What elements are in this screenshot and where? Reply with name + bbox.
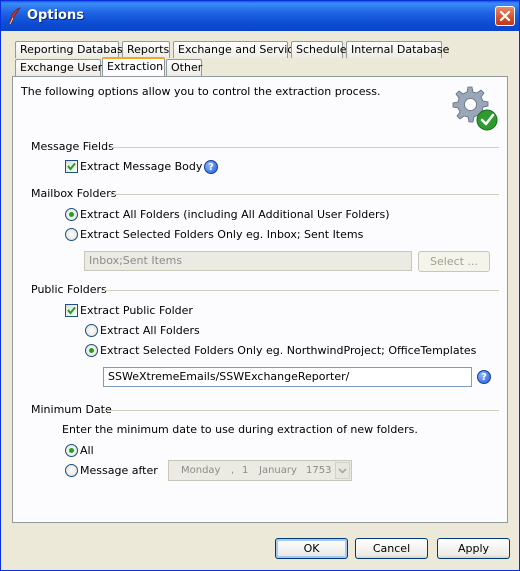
- tab-exchange-users[interactable]: Exchange Users: [15, 59, 108, 76]
- select-folders-button[interactable]: Select ...: [418, 251, 490, 272]
- tab-internal-database[interactable]: Internal Database: [346, 41, 449, 58]
- checkmark-icon: [67, 162, 76, 171]
- minimum-date-divider: [103, 410, 499, 411]
- tab-reports[interactable]: Reports: [122, 41, 170, 58]
- message-fields-heading: Message Fields: [31, 140, 114, 153]
- minimum-date-heading: Minimum Date: [31, 403, 112, 416]
- extraction-panel: The following options allow you to contr…: [12, 76, 508, 523]
- mailbox-all-folders-radio[interactable]: [65, 208, 78, 221]
- date-all-label[interactable]: All: [80, 444, 94, 457]
- close-button[interactable]: [495, 6, 515, 26]
- checkmark-icon: [67, 306, 76, 315]
- options-window: Options Reporting Database Reports Excha…: [0, 0, 520, 571]
- message-fields-divider: [109, 147, 499, 148]
- title-bar[interactable]: Options: [1, 1, 519, 31]
- cancel-button[interactable]: Cancel: [355, 538, 428, 559]
- window-title: Options: [27, 8, 84, 23]
- extract-message-body-checkbox[interactable]: [65, 160, 78, 173]
- date-dropdown-button[interactable]: [335, 462, 350, 479]
- close-icon: [499, 10, 511, 22]
- help-icon[interactable]: ?: [477, 370, 491, 384]
- tab-schedule[interactable]: Schedule: [291, 41, 347, 58]
- date-after-label[interactable]: Message after: [80, 464, 158, 477]
- mailbox-folders-divider: [110, 194, 499, 195]
- public-folders-heading: Public Folders: [31, 283, 107, 296]
- apply-button[interactable]: Apply: [437, 538, 510, 559]
- public-folders-input[interactable]: SSWeXtremeEmails/SSWExchangeReporter/: [103, 367, 472, 387]
- extract-public-folder-checkbox[interactable]: [65, 304, 78, 317]
- tab-exchange-and-service[interactable]: Exchange and Service: [173, 41, 300, 58]
- chevron-down-icon: [338, 468, 347, 474]
- intro-text: The following options allow you to contr…: [21, 85, 381, 98]
- minimum-date-description: Enter the minimum date to use during ext…: [62, 423, 418, 436]
- extract-message-body-label[interactable]: Extract Message Body: [80, 160, 202, 173]
- public-folders-divider: [102, 290, 499, 291]
- tab-extraction[interactable]: Extraction: [102, 57, 165, 76]
- feather-icon: [9, 7, 22, 25]
- ok-button[interactable]: OK: [275, 538, 348, 559]
- mailbox-selected-folders-radio[interactable]: [65, 228, 78, 241]
- mailbox-folders-heading: Mailbox Folders: [31, 187, 117, 200]
- date-all-radio[interactable]: [65, 444, 78, 457]
- minimum-date-picker[interactable]: Monday , 1 January 1753: [168, 460, 352, 481]
- date-after-radio[interactable]: [65, 464, 78, 477]
- date-separator: ,: [231, 465, 235, 476]
- public-selected-folders-label[interactable]: Extract Selected Folders Only eg. Northw…: [100, 344, 476, 357]
- date-month: January: [259, 465, 297, 476]
- extract-public-folder-label[interactable]: Extract Public Folder: [80, 304, 193, 317]
- date-year: 1753: [306, 465, 332, 476]
- help-icon[interactable]: ?: [204, 160, 218, 174]
- tab-reporting-database[interactable]: Reporting Database: [15, 41, 129, 58]
- public-selected-folders-radio[interactable]: [85, 344, 98, 357]
- mailbox-folders-input[interactable]: Inbox;Sent Items: [84, 251, 412, 271]
- mailbox-selected-folders-label[interactable]: Extract Selected Folders Only eg. Inbox;…: [80, 228, 363, 241]
- public-all-folders-radio[interactable]: [85, 324, 98, 337]
- mailbox-all-folders-label[interactable]: Extract All Folders (including All Addit…: [80, 208, 390, 221]
- gear-check-icon: [452, 86, 498, 131]
- tab-other[interactable]: Other: [166, 59, 202, 76]
- public-all-folders-label[interactable]: Extract All Folders: [100, 324, 200, 337]
- date-number: 1: [242, 465, 249, 476]
- date-day: Monday: [181, 465, 221, 476]
